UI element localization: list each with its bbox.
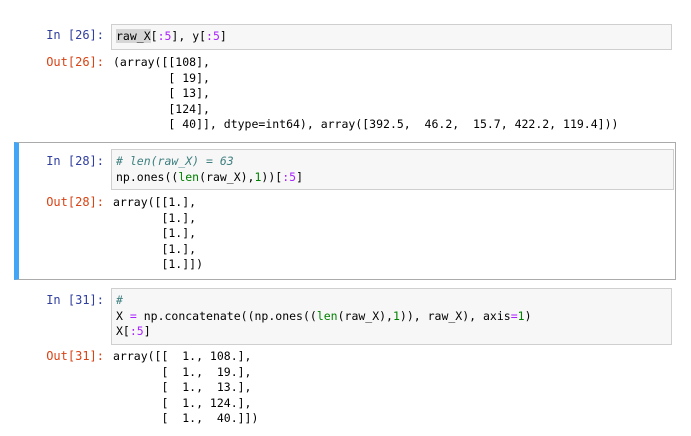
cell-output: array([[ 1., 108.], [ 1., 19.], [ 1., 13… — [113, 349, 259, 426]
code-token: np.concatenate((np.ones(( — [136, 308, 317, 323]
cell-output: array([[1.], [1.], [1.], [1.], [1.]]) — [113, 195, 204, 272]
code-number: 1 — [392, 308, 400, 323]
code-token: :5 — [206, 29, 220, 43]
code-token: :5 — [282, 169, 297, 184]
notebook-cell-26[interactable]: In [26]: raw_X[:5], y[:5] Out[26]: (arra… — [14, 20, 676, 136]
code-token: raw_X — [116, 29, 151, 43]
notebook-cell-28[interactable]: In [28]: # len(raw_X) = 63 np.ones((len(… — [14, 142, 676, 280]
code-token: np.ones(( — [116, 169, 179, 184]
code-comment: # len(raw_X) = 63 — [116, 154, 234, 168]
input-prompt: In [31]: — [46, 293, 104, 307]
code-token: ] — [219, 29, 227, 43]
code-token: (raw_X), — [199, 169, 255, 184]
notebook-cell-31[interactable]: In [31]: # X = np.concatenate((np.ones((… — [14, 284, 676, 434]
code-operator: = — [510, 308, 518, 323]
output-prompt: Out[26]: — [46, 55, 104, 69]
code-comment: # — [116, 293, 123, 307]
code-token: ] — [296, 169, 303, 184]
code-token: X — [116, 308, 130, 323]
input-prompt: In [26]: — [46, 28, 104, 42]
code-builtin: len — [316, 308, 338, 323]
code-token: :5 — [157, 29, 172, 43]
code-token: ] — [143, 324, 151, 338]
code-token: ))[ — [261, 169, 283, 184]
code-input[interactable]: raw_X[:5], y[:5] — [111, 24, 672, 50]
code-token: X[ — [116, 324, 130, 338]
code-operator: = — [129, 308, 137, 323]
code-token: [ — [150, 29, 158, 43]
output-prompt: Out[28]: — [46, 195, 104, 209]
cell-output: (array([[108], [ 19], [ 13], [124], [ 40… — [113, 55, 619, 132]
output-prompt: Out[31]: — [46, 349, 104, 363]
code-input[interactable]: # len(raw_X) = 63 np.ones((len(raw_X),1)… — [111, 149, 674, 190]
code-number: 1 — [517, 308, 525, 323]
code-token: ], y[ — [171, 29, 207, 43]
code-builtin: len — [178, 169, 200, 184]
code-input[interactable]: # X = np.concatenate((np.ones((len(raw_X… — [111, 288, 672, 345]
code-token: ) — [524, 308, 532, 323]
input-prompt: In [28]: — [46, 154, 104, 168]
code-token: (raw_X), — [337, 308, 393, 323]
code-token: )), raw_X), axis — [399, 308, 511, 323]
code-token: :5 — [129, 324, 144, 338]
